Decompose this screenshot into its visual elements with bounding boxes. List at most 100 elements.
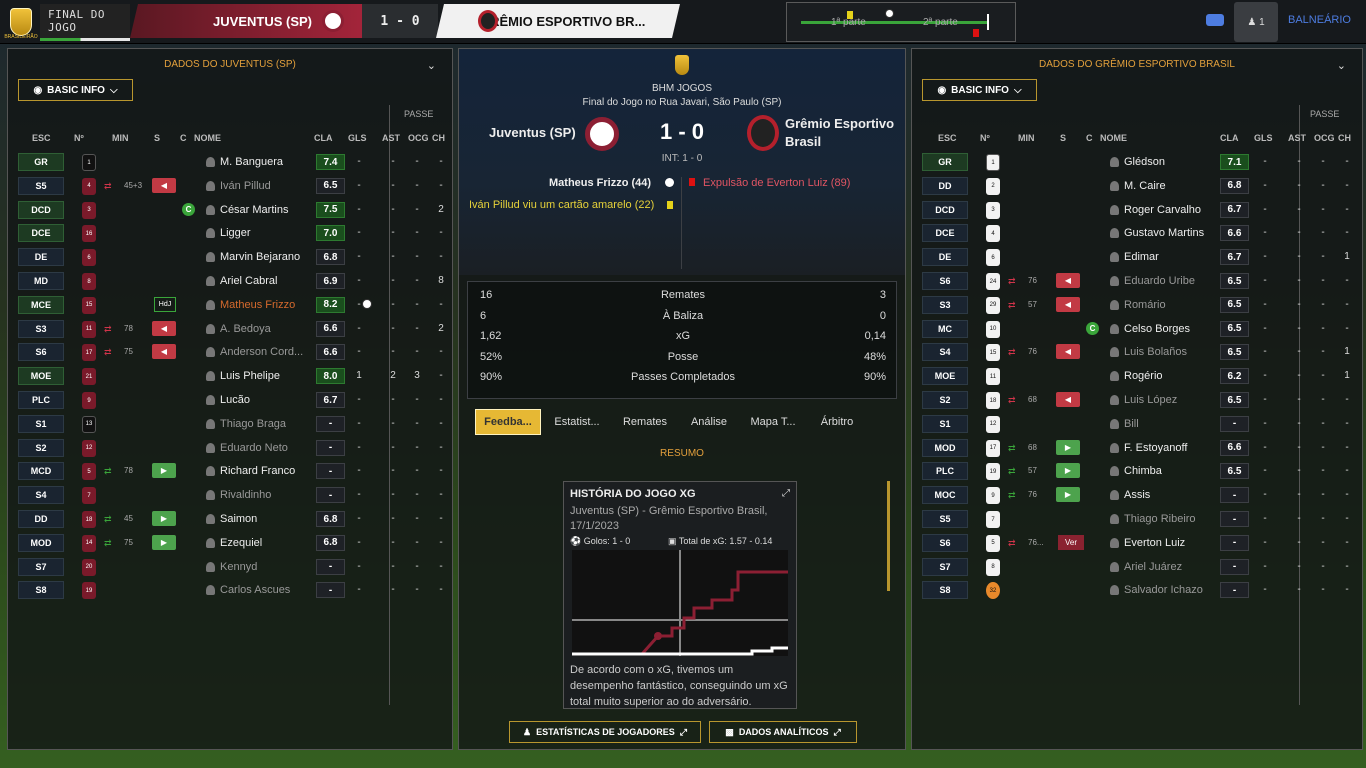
player-row[interactable]: MD 8 Ariel Cabral 6.9 - - - 8 [16,270,446,292]
player-row[interactable]: S5 7 Thiago Ribeiro - - - - - [920,508,1356,530]
player-name[interactable]: Thiago Ribeiro [1124,513,1196,525]
player-row[interactable]: DE 6 Marvin Bejarano 6.8- - - - [16,246,446,268]
player-row[interactable]: S1 13 Thiago Braga - - - - - [16,413,446,435]
col-header-gls[interactable]: GLS [1254,133,1273,145]
player-name[interactable]: Iván Pillud [220,180,271,192]
col-header-ocg[interactable]: OCG [408,133,429,145]
player-name[interactable]: Romário [1124,299,1166,311]
player-row[interactable]: MOE 11 Rogério 6.2 - - - 1 [920,365,1356,387]
player-row[interactable]: GR 1 Glédson 7.1 - - - - [920,151,1356,173]
player-row[interactable]: S5 4 ⇄ 45+3 ◀ Iván Pillud 6.5- - - - [16,175,446,197]
away-team-name[interactable]: Grêmio Esportivo Brasil [785,115,903,151]
player-row[interactable]: MCE 15 HdJ Matheus Frizzo 8.2- - - - [16,294,446,316]
player-row[interactable]: DCD 3 C César Martins 7.5- - -2 [16,199,446,221]
home-team-banner[interactable]: JUVENTUS (SP) [130,4,362,38]
player-row[interactable]: MOC 9 ⇄ 76 ▶ Assis - - - - - [920,484,1356,506]
player-row[interactable]: MOD 14 ⇄ 75 ▶ Ezequiel 6.8- - - - [16,532,446,554]
col-header-ch[interactable]: CH [1338,133,1351,145]
expand-icon[interactable]: ⤢ [782,488,790,499]
player-name[interactable]: Salvador Ichazo [1124,584,1203,596]
col-header-cla[interactable]: CLA [314,133,333,145]
player-row[interactable]: S7 20 Kennyd - - - - - [16,556,446,578]
away-team-banner[interactable]: GRÊMIO ESPORTIVO BR... [436,4,680,38]
col-header-min[interactable]: MIN [1018,133,1035,145]
player-name[interactable]: Eduardo Neto [220,442,288,454]
player-name[interactable]: Carlos Ascues [220,584,290,596]
col-header-nome[interactable]: NOME [1100,133,1127,145]
basic-info-dropdown[interactable]: ◉ BASIC INFO ⌵ [18,79,133,101]
bus-icon[interactable] [1206,14,1224,26]
player-name[interactable]: Ligger [220,227,251,239]
col-header-ast[interactable]: AST [382,133,400,145]
player-name[interactable]: Rivaldinho [220,489,271,501]
player-name[interactable]: Kennyd [220,561,257,573]
player-row[interactable]: S8 19 Carlos Ascues - - - - - [16,579,446,601]
player-name[interactable]: Marvin Bejarano [220,251,300,263]
col-header-c[interactable]: C [180,133,187,145]
player-name[interactable]: Celso Borges [1124,323,1190,335]
player-name[interactable]: Saimon [220,513,257,525]
tab-estatisticas[interactable]: Estatist... [545,409,609,435]
col-header-ocg[interactable]: OCG [1314,133,1335,145]
player-row[interactable]: MCD 5 ⇄ 78 ▶ Richard Franco - - - - - [16,460,446,482]
player-row[interactable]: DCD 3 Roger Carvalho 6.7 - - - - [920,199,1356,221]
player-name[interactable]: Luis Bolaños [1124,346,1187,358]
tab-remates[interactable]: Remates [613,409,677,435]
player-row[interactable]: DCE 16 Ligger 7.0- - - - [16,222,446,244]
player-row[interactable]: DD 18 ⇄ 45 ▶ Saimon 6.8 - - - - [16,508,446,530]
player-row[interactable]: PLC 19 ⇄ 57 ▶ Chimba 6.5 - - - - [920,460,1356,482]
balneario-link[interactable]: BALNEÁRIO [1288,14,1351,26]
player-row[interactable]: DD 2 M. Caire 6.8 - - - - [920,175,1356,197]
player-name[interactable]: Thiago Braga [220,418,286,430]
player-name[interactable]: Matheus Frizzo [220,299,295,311]
col-header-cla[interactable]: CLA [1220,133,1239,145]
tab-analise[interactable]: Análise [681,409,737,435]
player-name[interactable]: Gustavo Martins [1124,227,1204,239]
player-row[interactable]: S3 11 ⇄ 78 ◀ A. Bedoya 6.6- - -2 [16,318,446,340]
tab-feedback[interactable]: Feedba... [475,409,541,435]
player-name[interactable]: Edimar [1124,251,1159,263]
player-name[interactable]: Richard Franco [220,465,295,477]
match-timeline[interactable]: 1ª parte 2ª parte [786,2,1016,42]
player-row[interactable]: S3 29 ⇄ 57 ◀ Romário 6.5 - - - - [920,294,1356,316]
player-row[interactable]: MOD 17 ⇄ 68 ▶ F. Estoyanoff 6.6 - - - - [920,437,1356,459]
player-row[interactable]: S2 12 Eduardo Neto - - - - - [16,437,446,459]
player-row[interactable]: DCE 4 Gustavo Martins 6.6 - - - - [920,222,1356,244]
player-row[interactable]: S6 5 ⇄ 76... Ver Everton Luiz - - - - - [920,532,1356,554]
player-row[interactable]: GR 1 M. Banguera 7.4 - - - - [16,151,446,173]
col-header-ast[interactable]: AST [1288,133,1306,145]
player-name[interactable]: Ariel Cabral [220,275,277,287]
player-name[interactable]: César Martins [220,204,288,216]
col-header-gls[interactable]: GLS [348,133,367,145]
player-row[interactable]: S6 17 ⇄ 75 ◀ Anderson Cord... 6.6- - - - [16,341,446,363]
chevron-down-icon[interactable]: ⌄ [427,59,436,72]
player-name[interactable]: Assis [1124,489,1150,501]
player-name[interactable]: Ezequiel [220,537,262,549]
col-header-c[interactable]: C [1086,133,1093,145]
player-name[interactable]: Roger Carvalho [1124,204,1201,216]
player-row[interactable]: S2 18 ⇄ 68 ◀ Luis López 6.5 - - - - [920,389,1356,411]
col-header-nº[interactable]: Nº [980,133,990,145]
player-name[interactable]: M. Caire [1124,180,1166,192]
tab-mapa[interactable]: Mapa T... [741,409,805,435]
player-name[interactable]: Chimba [1124,465,1162,477]
player-stats-button[interactable]: ♟ ESTATÍSTICAS DE JOGADORES ⤢ [509,721,701,743]
player-name[interactable]: Luis Phelipe [220,370,280,382]
col-header-nome[interactable]: NOME [194,133,221,145]
col-header-s[interactable]: S [1060,133,1066,145]
player-name[interactable]: Everton Luiz [1124,537,1185,549]
tab-arbitro[interactable]: Árbitro [809,409,865,435]
col-header-s[interactable]: S [154,133,160,145]
player-name[interactable]: M. Banguera [220,156,283,168]
player-row[interactable]: S7 8 Ariel Juárez - - - - - [920,556,1356,578]
player-name[interactable]: A. Bedoya [220,323,271,335]
player-name[interactable]: Anderson Cord... [220,346,303,358]
player-row[interactable]: S6 24 ⇄ 76 ◀ Eduardo Uribe 6.5 - - - - [920,270,1356,292]
player-name[interactable]: Eduardo Uribe [1124,275,1195,287]
player-row[interactable]: S4 15 ⇄ 76 ◀ Luis Bolaños 6.5 - - - 1 [920,341,1356,363]
basic-info-dropdown[interactable]: ◉ BASIC INFO ⌵ [922,79,1037,101]
player-row[interactable]: S8 32 Salvador Ichazo - - - - - [920,579,1356,601]
player-row[interactable]: PLC 9 Lucão 6.7 - - - - [16,389,446,411]
scrollbar[interactable] [887,481,890,591]
player-name[interactable]: F. Estoyanoff [1124,442,1187,454]
